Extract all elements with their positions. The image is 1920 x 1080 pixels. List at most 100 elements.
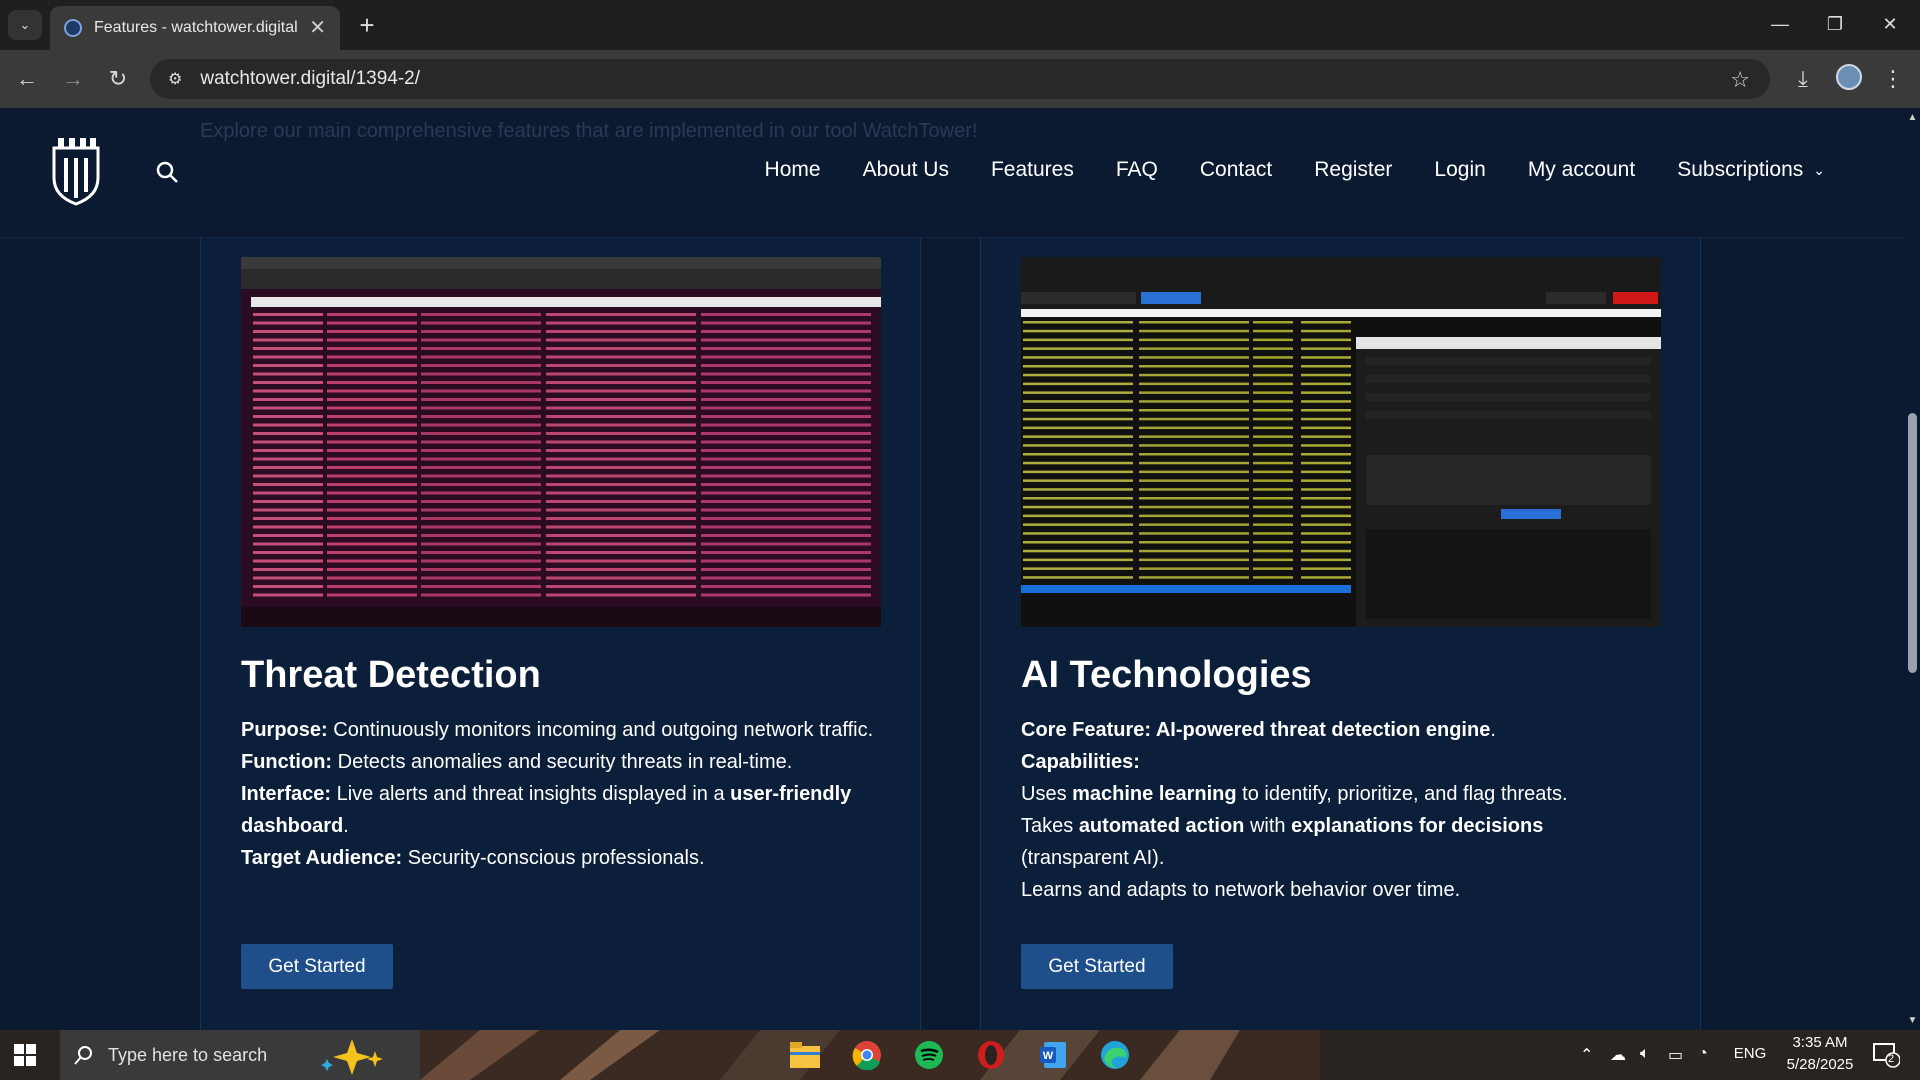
terminal-screenshot-image xyxy=(241,257,881,627)
profile-avatar[interactable] xyxy=(1836,64,1862,90)
clock-time[interactable]: 3:35 AM xyxy=(1780,1034,1860,1051)
window-close-button[interactable]: ✕ xyxy=(1870,8,1910,40)
notification-count-badge: 2 xyxy=(1888,1053,1895,1065)
nav-contact[interactable]: Contact xyxy=(1200,158,1272,182)
get-started-button[interactable]: Get Started xyxy=(241,944,393,989)
battery-icon[interactable]: ▭ xyxy=(1668,1045,1683,1065)
minimize-button[interactable]: — xyxy=(1760,8,1800,40)
active-tab[interactable]: Features - watchtower.digital ✕ xyxy=(50,6,340,50)
onedrive-cloud-icon[interactable]: ☁ xyxy=(1610,1045,1626,1065)
bookmark-star-icon[interactable]: ☆ xyxy=(1730,67,1750,93)
word-logo-icon: W xyxy=(1040,1042,1066,1068)
feature-card-ai-technologies: AI Technologies Core Feature: AI-powered… xyxy=(980,213,1701,1030)
card-title: Threat Detection xyxy=(241,654,541,696)
function-line: Function: Detects anomalies and security… xyxy=(241,746,891,778)
core-feature-label: Core Feature: AI-powered threat detectio… xyxy=(1021,719,1491,741)
interface-label: Interface: xyxy=(241,783,332,805)
search-icon[interactable] xyxy=(155,160,179,184)
watchtower-logo-icon[interactable] xyxy=(50,136,102,206)
tab-title: Features - watchtower.digital xyxy=(94,19,298,36)
file-explorer-icon[interactable] xyxy=(788,1038,822,1072)
nav-my-account[interactable]: My account xyxy=(1528,158,1635,182)
site-info-icon[interactable]: ⚙ xyxy=(168,69,182,89)
terminal-image xyxy=(241,257,881,627)
interface-end: . xyxy=(343,815,349,837)
spotify-logo-icon xyxy=(915,1041,943,1069)
text: Uses xyxy=(1021,783,1073,805)
nav-register[interactable]: Register xyxy=(1314,158,1392,182)
bold-text: explanations for decisions xyxy=(1291,815,1544,837)
restore-button[interactable]: ❐ xyxy=(1815,8,1855,40)
chrome-icon[interactable] xyxy=(850,1038,884,1072)
page-scrollbar[interactable]: ▲ ▼ xyxy=(1905,108,1920,1030)
spotify-icon[interactable] xyxy=(912,1038,946,1072)
opera-logo-icon xyxy=(978,1041,1004,1069)
search-icon xyxy=(74,1046,92,1065)
nav-faq[interactable]: FAQ xyxy=(1116,158,1158,182)
taskbar-search-box[interactable]: Type here to search xyxy=(60,1030,420,1080)
nav-subscriptions[interactable]: Subscriptions ⌄ xyxy=(1677,158,1825,182)
capabilities-label: Capabilities: xyxy=(1021,751,1140,773)
opera-icon[interactable] xyxy=(974,1038,1008,1072)
edge-logo-icon xyxy=(1101,1041,1129,1069)
nav-login[interactable]: Login xyxy=(1434,158,1485,182)
capability-action-line: Takes automated action with explanations… xyxy=(1021,810,1671,842)
browser-tabstrip: ⌄ Features - watchtower.digital ✕ + — ❐ … xyxy=(0,0,1920,50)
language-indicator[interactable]: ENG xyxy=(1730,1045,1770,1062)
back-button[interactable]: ← xyxy=(12,64,42,94)
tab-close-icon[interactable]: ✕ xyxy=(309,18,326,38)
scrollbar-thumb[interactable] xyxy=(1908,413,1917,673)
core-feature-end: . xyxy=(1490,719,1496,741)
tray-overflow-chevron-icon[interactable]: ⌃ xyxy=(1580,1045,1593,1065)
card-description: Core Feature: AI-powered threat detectio… xyxy=(1021,714,1671,906)
url-text[interactable]: watchtower.digital/1394-2/ xyxy=(200,68,420,90)
clock-date[interactable]: 5/28/2025 xyxy=(1774,1056,1866,1073)
windows-start-icon[interactable] xyxy=(14,1044,36,1066)
volume-icon[interactable]: 🔈︎ xyxy=(1640,1045,1650,1063)
site-header: Explore our main comprehensive features … xyxy=(0,108,1905,238)
web-page: Threat Detection Purpose: Continuously m… xyxy=(0,108,1905,1030)
nav-home[interactable]: Home xyxy=(765,158,821,182)
folder-icon xyxy=(790,1042,820,1068)
new-tab-button[interactable]: + xyxy=(352,10,382,40)
purpose-line: Purpose: Continuously monitors incoming … xyxy=(241,714,891,746)
word-icon[interactable]: W xyxy=(1036,1038,1070,1072)
reload-button[interactable]: ↻ xyxy=(103,64,133,94)
copilot-sparkle-icon xyxy=(321,1039,384,1075)
address-bar[interactable]: ⚙ watchtower.digital/1394-2/ ☆ xyxy=(150,59,1770,99)
taskbar-search-placeholder: Type here to search xyxy=(108,1044,268,1065)
notifications-icon[interactable]: 2 xyxy=(1872,1040,1902,1070)
scroll-up-arrow-icon[interactable]: ▲ xyxy=(1905,112,1920,123)
get-started-button[interactable]: Get Started xyxy=(1021,944,1173,989)
capability-learns-line: Learns and adapts to network behavior ov… xyxy=(1021,879,1461,901)
capability-ml-line: Uses machine learning to identify, prior… xyxy=(1021,778,1671,810)
scroll-down-arrow-icon[interactable]: ▼ xyxy=(1905,1015,1920,1026)
browser-menu-icon[interactable]: ⋮ xyxy=(1878,64,1908,94)
edge-icon[interactable] xyxy=(1098,1038,1132,1072)
bold-text: machine learning xyxy=(1072,783,1237,805)
nav-about-us[interactable]: About Us xyxy=(863,158,949,182)
bold-text: automated action xyxy=(1078,815,1245,837)
chrome-logo-icon xyxy=(852,1041,881,1070)
page-intro-text: Explore our main comprehensive features … xyxy=(200,120,978,142)
core-feature-line: Core Feature: AI-powered threat detectio… xyxy=(1021,714,1671,746)
tab-search-button[interactable]: ⌄ xyxy=(8,10,42,40)
dashboard-screenshot-image xyxy=(1021,257,1661,627)
feature-cards: Threat Detection Purpose: Continuously m… xyxy=(0,108,1905,1030)
text: to identify, prioritize, and flag threat… xyxy=(1236,783,1568,805)
forward-button[interactable]: → xyxy=(58,64,88,94)
purpose-label: Purpose: xyxy=(241,719,328,741)
nav-subscriptions-label: Subscriptions xyxy=(1677,158,1804,181)
wifi-icon[interactable]: ◔ xyxy=(1698,1045,1708,1063)
capability-transparent-line: (transparent AI). xyxy=(1021,847,1165,869)
download-icon[interactable]: ⤓ xyxy=(1788,64,1818,94)
interface-line: Interface: Live alerts and threat insigh… xyxy=(241,778,891,842)
nav-features[interactable]: Features xyxy=(991,158,1074,182)
chevron-down-icon: ⌄ xyxy=(1813,161,1825,178)
chat-bubble-icon xyxy=(1873,1043,1901,1068)
capabilities-line: Capabilities: xyxy=(1021,746,1671,778)
main-nav: Home About Us Features FAQ Contact Regis… xyxy=(723,158,1825,182)
audience-label: Target Audience: xyxy=(241,847,403,869)
windows-taskbar: Type here to search W ⌃ ☁ 🔈︎ ▭ ◔ ENG 3:3… xyxy=(0,1030,1920,1080)
feature-card-threat-detection: Threat Detection Purpose: Continuously m… xyxy=(200,213,921,1030)
